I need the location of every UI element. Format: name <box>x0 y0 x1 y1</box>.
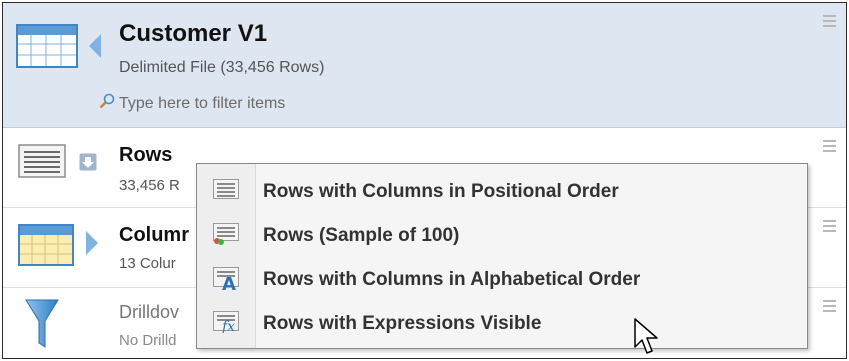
columns-table-icon <box>18 224 74 266</box>
dataset-subtitle: Delimited File (33,456 Rows) <box>119 59 325 76</box>
dataset-header: Customer V1 Delimited File (33,456 Rows)… <box>3 3 846 128</box>
item-subtitle: 33,456 R <box>119 177 180 194</box>
menu-item-alphabetical-order[interactable]: A Rows with Columns in Alphabetical Orde… <box>197 257 807 301</box>
rows-alphabetical-icon: A <box>213 267 239 291</box>
item-menu-icon[interactable] <box>823 300 836 315</box>
item-menu-icon[interactable] <box>823 220 836 235</box>
menu-item-sample[interactable]: Rows (Sample of 100) <box>197 213 807 257</box>
mouse-cursor-icon <box>634 318 658 354</box>
menu-item-expressions-visible[interactable]: fx Rows with Expressions Visible <box>197 301 807 345</box>
menu-item-label: Rows with Columns in Alphabetical Order <box>263 269 641 290</box>
menu-item-label: Rows (Sample of 100) <box>263 225 460 246</box>
rows-expressions-icon: fx <box>213 311 239 333</box>
menu-item-positional-order[interactable]: Rows with Columns in Positional Order <box>197 169 807 213</box>
context-menu: Rows with Columns in Positional Order Ro… <box>196 163 808 349</box>
rows-icon <box>18 144 66 178</box>
download-arrow-icon[interactable] <box>79 153 97 171</box>
collapse-arrow-icon[interactable] <box>88 33 102 59</box>
item-subtitle: 13 Colur <box>119 255 176 272</box>
item-title: Rows <box>119 144 173 166</box>
rows-sample-icon <box>213 223 239 245</box>
item-title: Columr <box>119 224 189 246</box>
search-icon <box>99 93 115 109</box>
svg-text:A: A <box>222 274 236 291</box>
item-subtitle: No Drilld <box>119 332 177 349</box>
svg-text:fx: fx <box>221 319 235 333</box>
funnel-icon <box>25 299 59 348</box>
rows-positional-icon <box>213 179 239 199</box>
header-menu-icon[interactable] <box>823 15 836 30</box>
table-icon <box>16 24 78 68</box>
menu-item-label: Rows with Columns in Positional Order <box>263 181 619 202</box>
item-title: Drilldov <box>119 302 180 322</box>
dataset-title: Customer V1 <box>119 20 268 47</box>
menu-item-label: Rows with Expressions Visible <box>263 313 542 334</box>
expand-arrow-icon[interactable] <box>85 230 99 256</box>
filter-input[interactable]: Type here to filter items <box>119 95 285 113</box>
item-menu-icon[interactable] <box>823 140 836 155</box>
